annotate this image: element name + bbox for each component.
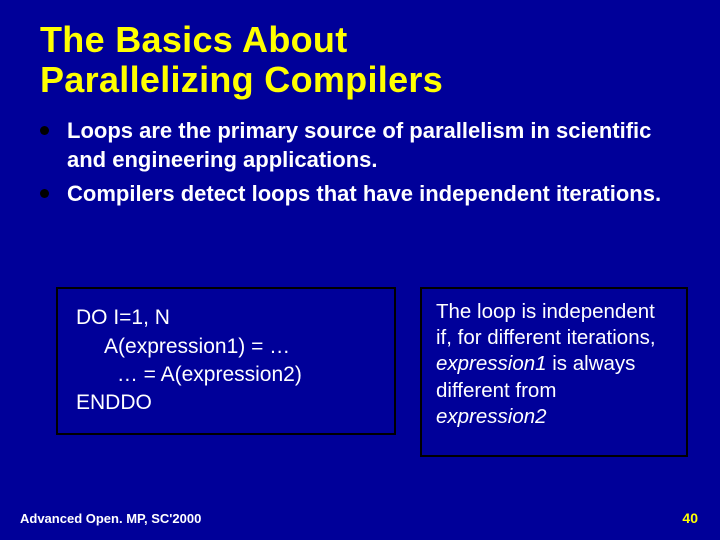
page-number: 40 [682, 510, 698, 526]
code-line: … = A(expression2) [76, 361, 376, 389]
title-line-1: The Basics About [40, 19, 348, 60]
bullet-list: Loops are the primary source of parallel… [0, 99, 720, 209]
bullet-icon [40, 126, 49, 135]
list-item: Loops are the primary source of parallel… [40, 117, 680, 174]
footer-left: Advanced Open. MP, SC'2000 [20, 511, 201, 526]
bullet-icon [40, 189, 49, 198]
title-line-2: Parallelizing Compilers [40, 59, 443, 100]
code-line: ENDDO [76, 389, 376, 417]
slide-title: The Basics About Parallelizing Compilers [0, 0, 720, 99]
explanation-box: The loop is independent if, for differen… [420, 287, 688, 457]
code-box: DO I=1, N A(expression1) = … … = A(expre… [56, 287, 396, 435]
expression1-term: expression1 [436, 352, 547, 375]
code-line: A(expression1) = … [76, 333, 376, 361]
code-line: DO I=1, N [76, 304, 376, 332]
explain-text: The loop is independent if, for differen… [436, 300, 656, 349]
list-item: Compilers detect loops that have indepen… [40, 180, 680, 209]
content-row: DO I=1, N A(expression1) = … … = A(expre… [0, 215, 720, 457]
bullet-text: Compilers detect loops that have indepen… [67, 180, 661, 209]
bullet-text: Loops are the primary source of parallel… [67, 117, 680, 174]
expression2-term: expression2 [436, 405, 547, 428]
